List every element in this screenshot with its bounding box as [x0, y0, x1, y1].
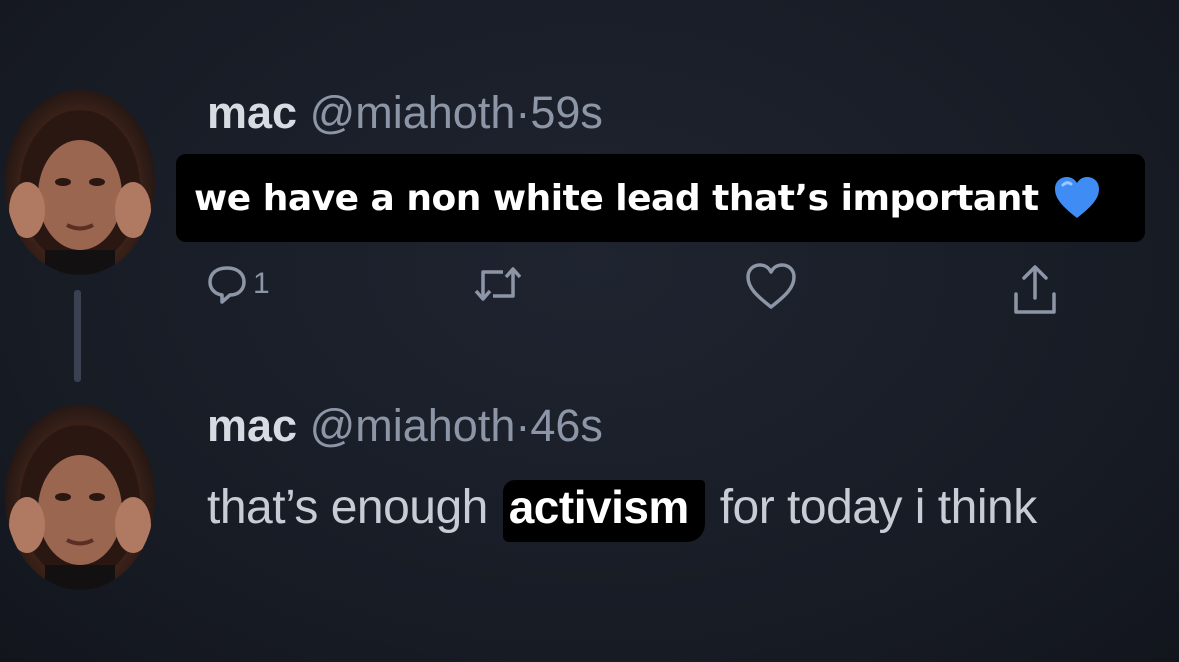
avatar[interactable]: [5, 90, 155, 275]
tweet-header: mac @miahoth·59s: [207, 87, 603, 139]
profile-photo-icon: [9, 425, 151, 590]
tweet-text-after: for today i think: [719, 481, 1038, 534]
thread-connector-line: [74, 290, 81, 382]
avatar[interactable]: [5, 405, 155, 590]
user-handle[interactable]: @miahoth: [310, 400, 516, 451]
caption-overlay: we have a non white lead that’s importan…: [176, 154, 1145, 242]
highlighted-word: activism: [502, 480, 705, 542]
tweet-text-before: that’s enough: [207, 481, 488, 534]
reply-icon: [208, 266, 246, 304]
separator-dot: ·: [515, 400, 531, 451]
tweet-text: that’s enough activism for today i think: [207, 472, 1147, 544]
like-icon: [746, 263, 796, 309]
share-icon: [1014, 265, 1056, 314]
timestamp[interactable]: 46s: [530, 400, 603, 451]
retweet-button[interactable]: [473, 262, 523, 306]
reply-button[interactable]: 1: [205, 262, 270, 306]
profile-photo-icon: [9, 110, 151, 275]
blue-heart-icon: [1054, 177, 1099, 218]
caption-text: we have a non white lead that’s importan…: [194, 177, 1039, 219]
separator-dot: ·: [515, 87, 531, 138]
timestamp[interactable]: 59s: [530, 87, 603, 138]
user-handle[interactable]: @miahoth: [310, 87, 516, 138]
retweet-icon: [474, 267, 522, 301]
tweet-header: mac @miahoth·46s: [207, 400, 603, 452]
share-button[interactable]: [1010, 262, 1060, 318]
display-name[interactable]: mac: [207, 87, 297, 138]
tweet-thread-screenshot: mac @miahoth·59s we have a non white lea…: [0, 0, 1179, 662]
like-button[interactable]: [743, 262, 799, 312]
display-name[interactable]: mac: [207, 400, 297, 451]
reply-count: 1: [253, 267, 270, 300]
